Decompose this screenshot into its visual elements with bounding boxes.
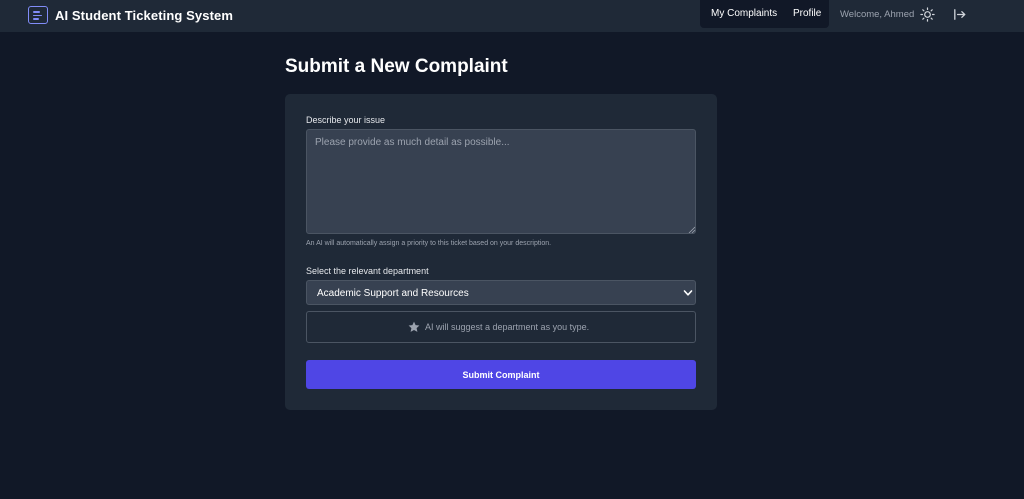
document-lines-icon xyxy=(28,6,48,24)
nav-my-complaints[interactable]: My Complaints xyxy=(711,8,777,19)
issue-textarea[interactable] xyxy=(306,129,696,234)
ai-suggestion-text: AI will suggest a department as you type… xyxy=(425,322,590,332)
welcome-text: Welcome, Ahmed xyxy=(840,9,915,20)
department-label: Select the relevant department xyxy=(306,266,429,276)
ai-suggestion-box: AI will suggest a department as you type… xyxy=(306,311,696,343)
department-selected-value: Academic Support and Resources xyxy=(317,288,469,299)
app-title: AI Student Ticketing System xyxy=(55,7,233,23)
brand[interactable]: AI Student Ticketing System xyxy=(28,5,233,25)
issue-label: Describe your issue xyxy=(306,115,386,125)
star-icon xyxy=(408,321,420,332)
top-navbar: AI Student Ticketing System My Complaint… xyxy=(0,0,1024,32)
nav-links: My Complaints Profile xyxy=(700,0,829,28)
resize-handle-icon[interactable] xyxy=(688,226,695,233)
department-select[interactable]: Academic Support and Resources xyxy=(306,280,696,305)
submit-button-label: Submit Complaint xyxy=(462,369,540,380)
page-title: Submit a New Complaint xyxy=(285,56,508,77)
submit-complaint-button[interactable]: Submit Complaint xyxy=(306,360,696,389)
logout-icon[interactable] xyxy=(952,7,967,22)
nav-profile[interactable]: Profile xyxy=(793,8,821,19)
priority-hint: An AI will automatically assign a priori… xyxy=(306,240,552,247)
complaint-form-card: Describe your issue An AI will automatic… xyxy=(285,94,717,410)
sun-icon[interactable] xyxy=(920,7,935,22)
chevron-down-icon xyxy=(683,290,693,296)
